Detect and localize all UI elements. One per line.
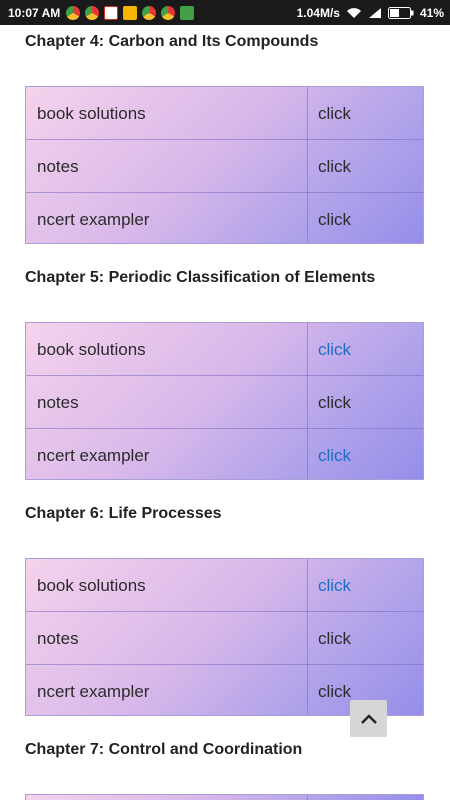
row-divider — [26, 428, 423, 429]
signal-icon — [368, 7, 381, 18]
status-time: 10:07 AM — [8, 5, 61, 20]
resource-table: book solutions click notes click ncert e… — [25, 86, 424, 244]
resource-label: book solutions — [37, 104, 146, 123]
column-divider — [307, 323, 308, 479]
resource-label: book solutions — [37, 576, 146, 595]
column-divider — [307, 795, 308, 800]
battery-icon — [387, 6, 414, 19]
click-link[interactable]: click — [318, 157, 351, 177]
chapter-title: Chapter 5: Periodic Classification of El… — [25, 269, 376, 286]
resource-label: ncert exampler — [37, 210, 150, 229]
click-link[interactable]: click — [318, 210, 351, 230]
click-link[interactable]: click — [318, 629, 351, 649]
click-link[interactable]: click — [318, 576, 351, 596]
scroll-to-top-button[interactable] — [350, 700, 387, 737]
resource-table — [25, 794, 424, 800]
click-link[interactable]: click — [318, 104, 351, 124]
mail-icon — [123, 5, 138, 20]
chrome-icon — [142, 5, 157, 20]
click-link[interactable]: click — [318, 393, 351, 413]
wifi-icon — [346, 7, 361, 18]
resource-label: notes — [37, 157, 79, 176]
chrome-icon — [85, 5, 100, 20]
status-bar: 10:07 AM 1.04M/s 41% — [0, 0, 450, 25]
chevron-up-icon — [360, 713, 377, 724]
chapter-title: Chapter 7: Control and Coordination — [25, 741, 303, 758]
resource-label: book solutions — [37, 340, 146, 359]
chrome-icon — [66, 5, 81, 20]
column-divider — [307, 559, 308, 715]
notification-icons — [66, 5, 195, 20]
row-divider — [26, 611, 423, 612]
resource-label: ncert exampler — [37, 446, 150, 465]
gmail-icon — [104, 5, 119, 20]
row-divider — [26, 139, 423, 140]
chrome-icon — [161, 5, 176, 20]
resource-label: notes — [37, 629, 79, 648]
resource-table: book solutions click notes click ncert e… — [25, 322, 424, 480]
row-divider — [26, 375, 423, 376]
row-divider — [26, 192, 423, 193]
resource-label: ncert exampler — [37, 682, 150, 701]
chapter-title: Chapter 6: Life Processes — [25, 505, 222, 522]
chapter-title: Chapter 4: Carbon and Its Compounds — [25, 33, 319, 50]
click-link[interactable]: click — [318, 446, 351, 466]
resource-label: notes — [37, 393, 79, 412]
battery-percent: 41% — [419, 5, 444, 20]
column-divider — [307, 87, 308, 243]
click-link[interactable]: click — [318, 682, 351, 702]
resource-table: book solutions click notes click ncert e… — [25, 558, 424, 716]
click-link[interactable]: click — [318, 340, 351, 360]
updates-icon — [180, 5, 195, 20]
row-divider — [26, 664, 423, 665]
network-speed: 1.04M/s — [296, 5, 340, 20]
